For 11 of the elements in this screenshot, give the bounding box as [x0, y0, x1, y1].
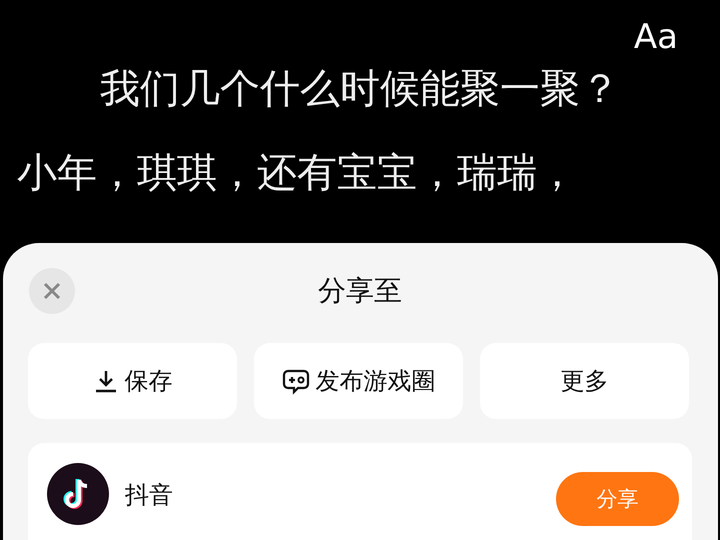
subtitle-text: 我们几个什么时候能聚一聚？: [100, 65, 620, 114]
sheet-title: 分享至: [318, 273, 402, 309]
gamepad-icon: [282, 367, 310, 395]
close-icon: [43, 282, 61, 300]
close-button[interactable]: [29, 268, 75, 314]
share-action-button[interactable]: 保存: [28, 343, 237, 419]
share-action-button[interactable]: 更多: [480, 343, 689, 419]
app-name: 抖音: [125, 480, 174, 511]
share-action-button[interactable]: 发布游戏圈: [254, 343, 463, 419]
font-size-button[interactable]: Aa: [634, 20, 678, 54]
subtitle-text: 小年，琪琪，还有宝宝，瑞瑞，: [17, 149, 577, 198]
